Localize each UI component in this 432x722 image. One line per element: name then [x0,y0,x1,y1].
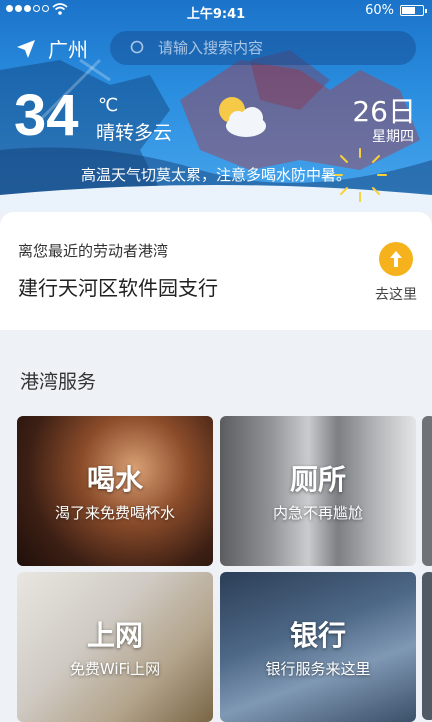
service-tile-internet[interactable]: 上网 免费WiFi上网 [17,572,213,722]
go-here-button[interactable]: 去这里 [372,242,420,312]
weather-tip: 高温天气切莫太累，注意多喝水防中暑。 [80,166,351,184]
service-tile-partial-2[interactable] [422,572,432,720]
services-title: 港湾服务 [20,371,97,393]
weekday: 星期四 [372,129,414,145]
temperature-value: 34 [14,83,79,148]
nearest-label: 离您最近的劳动者港湾 [18,242,169,260]
partial-photo [422,572,432,720]
service-title: 银行 [289,619,346,652]
partly-cloudy-icon [219,97,266,137]
city-name: 广州 [48,38,88,62]
status-bar: 上午9:41 60% [0,0,432,22]
weather-condition: 晴转多云 [96,122,173,144]
search-input[interactable] [156,38,390,58]
go-here-label: 去这里 [375,287,417,303]
service-tile-toilet[interactable]: 厕所 内急不再尴尬 [220,416,416,566]
battery-percent: 60% [365,3,394,18]
weather-header: 上午9:41 60% 广州 34 ℃ 晴转多云 26日 星期四 高温天气切莫太累… [0,0,432,212]
search-bar[interactable] [110,31,416,65]
service-tile-water[interactable]: 喝水 渴了来免费喝杯水 [17,416,213,566]
service-tile-partial[interactable] [422,416,432,566]
service-subtitle: 银行服务来这里 [265,660,371,678]
search-icon [130,40,144,54]
nearest-station-name: 建行天河区软件园支行 [18,276,218,300]
city-selector[interactable]: 广州 [16,34,88,63]
service-subtitle: 免费WiFi上网 [69,660,161,678]
nearest-station-card[interactable]: 离您最近的劳动者港湾 建行天河区软件园支行 去这里 [0,212,432,330]
service-tile-bank[interactable]: 银行 银行服务来这里 [220,572,416,722]
battery-icon [400,5,427,16]
temperature-unit: ℃ [98,95,119,116]
service-subtitle: 内急不再尴尬 [272,504,363,522]
location-arrow-icon [17,39,35,58]
date-day: 26日 [352,95,416,128]
service-title: 喝水 [86,463,143,496]
service-title: 上网 [86,619,143,652]
service-title: 厕所 [289,463,346,496]
partial-photo [422,416,432,566]
up-arrow-icon [379,242,413,276]
service-subtitle: 渴了来免费喝杯水 [54,504,175,522]
